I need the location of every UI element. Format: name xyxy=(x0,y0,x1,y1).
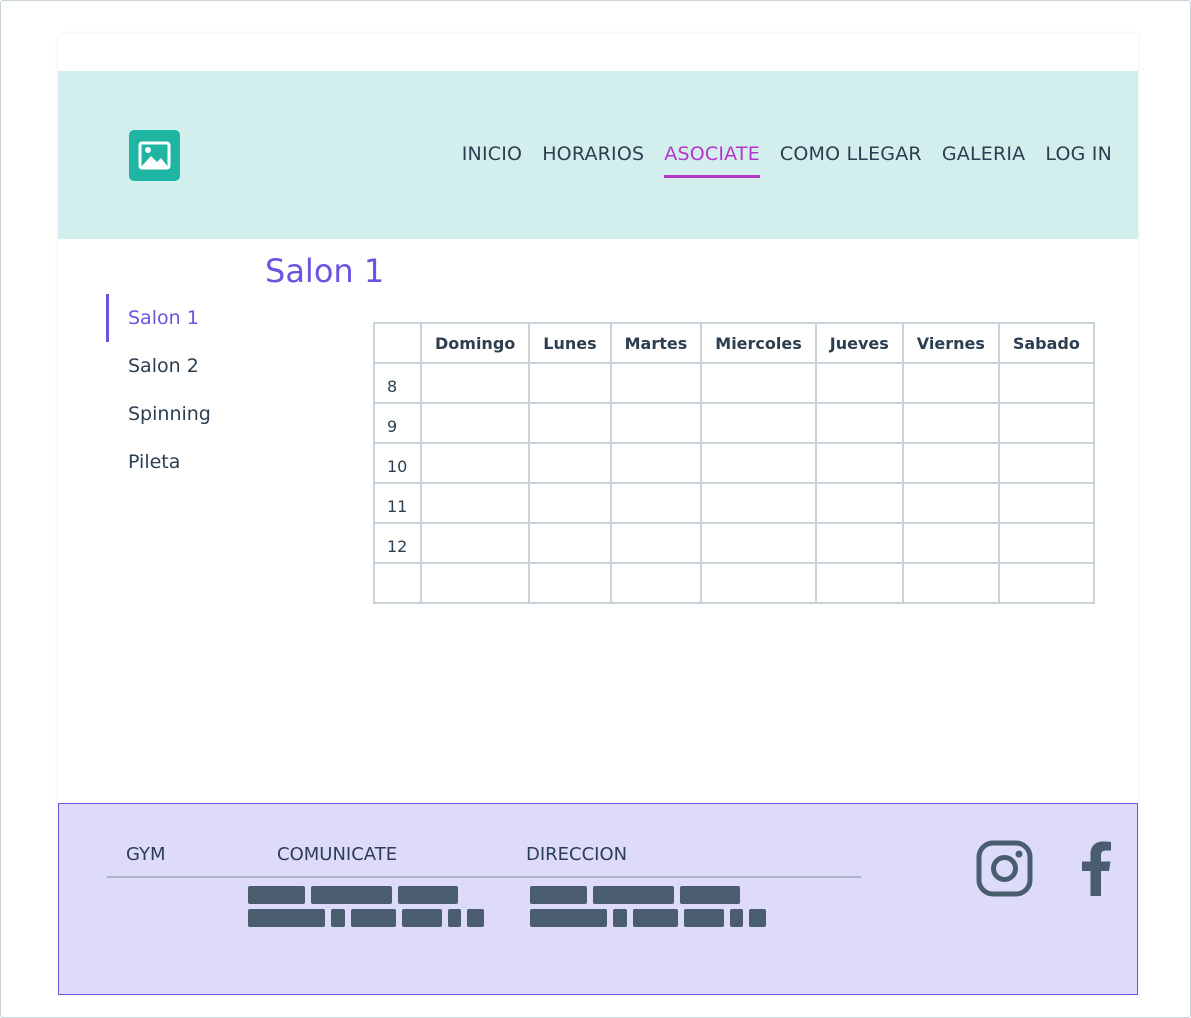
schedule-cell[interactable] xyxy=(814,482,904,524)
schedule-cell[interactable] xyxy=(419,482,531,524)
browser-frame: INICIO HORARIOS ASOCIATE COMO LLEGAR GAL… xyxy=(0,0,1191,1018)
column-header xyxy=(373,322,422,364)
hour-cell: 12 xyxy=(373,522,422,564)
schedule-cell[interactable] xyxy=(901,402,1000,444)
hour-cell: 11 xyxy=(373,482,422,524)
column-header: Sabado xyxy=(997,322,1095,364)
nav-asociate[interactable]: ASOCIATE xyxy=(654,141,770,179)
schedule-cell[interactable] xyxy=(901,482,1000,524)
schedule-cell[interactable] xyxy=(901,522,1000,564)
main-nav: INICIO HORARIOS ASOCIATE COMO LLEGAR GAL… xyxy=(452,141,1122,179)
schedule-cell[interactable] xyxy=(700,402,817,444)
sidebar-item-spinning[interactable]: Spinning xyxy=(106,390,211,438)
schedule-cell[interactable] xyxy=(609,562,703,604)
table-row: 8 xyxy=(373,362,1095,404)
sidebar-item-salon-2[interactable]: Salon 2 xyxy=(106,342,211,390)
schedule-cell[interactable] xyxy=(528,402,612,444)
schedule-cell[interactable] xyxy=(609,522,703,564)
table-header-row: Domingo Lunes Martes Miercoles Jueves Vi… xyxy=(373,322,1095,364)
schedule-cell[interactable] xyxy=(814,442,904,484)
schedule-cell[interactable] xyxy=(419,522,531,564)
footer-comunicate-heading: COMUNICATE xyxy=(277,844,398,865)
table-row: 12 xyxy=(373,522,1095,564)
nav-log-in[interactable]: LOG IN xyxy=(1035,141,1122,179)
schedule-cell[interactable] xyxy=(419,362,531,404)
column-header: Jueves xyxy=(814,322,904,364)
schedule-cell[interactable] xyxy=(528,442,612,484)
schedule-cell[interactable] xyxy=(609,402,703,444)
hour-cell: 8 xyxy=(373,362,422,404)
schedule-cell[interactable] xyxy=(814,522,904,564)
schedule-cell[interactable] xyxy=(901,442,1000,484)
schedule-cell[interactable] xyxy=(700,442,817,484)
schedule-table: Domingo Lunes Martes Miercoles Jueves Vi… xyxy=(373,322,1095,604)
sidebar-item-salon-1[interactable]: Salon 1 xyxy=(106,294,211,342)
schedule-cell[interactable] xyxy=(528,362,612,404)
schedule-cell[interactable] xyxy=(700,482,817,524)
schedule-cell[interactable] xyxy=(609,442,703,484)
table-row xyxy=(373,562,1095,604)
schedule-cell[interactable] xyxy=(419,402,531,444)
footer-direccion-heading: DIRECCION xyxy=(526,844,628,865)
column-header: Domingo xyxy=(419,322,531,364)
footer-gym-heading: GYM xyxy=(126,844,166,865)
schedule-cell[interactable] xyxy=(814,562,904,604)
image-icon[interactable] xyxy=(129,130,180,181)
schedule-cell[interactable] xyxy=(419,442,531,484)
schedule-cell[interactable] xyxy=(997,402,1095,444)
nav-inicio[interactable]: INICIO xyxy=(452,141,532,179)
header: INICIO HORARIOS ASOCIATE COMO LLEGAR GAL… xyxy=(58,71,1138,239)
schedule-cell[interactable] xyxy=(528,522,612,564)
footer-address-placeholder xyxy=(530,886,766,927)
column-header: Lunes xyxy=(528,322,612,364)
nav-como-llegar[interactable]: COMO LLEGAR xyxy=(770,141,932,179)
facebook-icon[interactable] xyxy=(1079,840,1113,896)
table-row: 9 xyxy=(373,402,1095,444)
schedule-cell[interactable] xyxy=(700,362,817,404)
hour-cell: 10 xyxy=(373,442,422,484)
nav-horarios[interactable]: HORARIOS xyxy=(532,141,654,179)
schedule-cell[interactable] xyxy=(901,362,1000,404)
schedule-cell[interactable] xyxy=(814,402,904,444)
schedule-cell[interactable] xyxy=(419,562,531,604)
footer-divider xyxy=(107,876,861,878)
schedule-cell[interactable] xyxy=(528,482,612,524)
table-row: 11 xyxy=(373,482,1095,524)
footer: GYM COMUNICATE DIRECCION xyxy=(58,803,1138,995)
page: INICIO HORARIOS ASOCIATE COMO LLEGAR GAL… xyxy=(58,34,1138,995)
schedule-cell[interactable] xyxy=(997,522,1095,564)
schedule-cell[interactable] xyxy=(528,562,612,604)
schedule-cell[interactable] xyxy=(997,482,1095,524)
instagram-icon[interactable] xyxy=(976,840,1033,897)
hour-cell xyxy=(373,562,422,604)
schedule-cell[interactable] xyxy=(700,522,817,564)
hour-cell: 9 xyxy=(373,402,422,444)
schedule-cell[interactable] xyxy=(700,562,817,604)
schedule-cell[interactable] xyxy=(901,562,1000,604)
schedule-cell[interactable] xyxy=(609,362,703,404)
schedule-cell[interactable] xyxy=(997,442,1095,484)
schedule-cell[interactable] xyxy=(814,362,904,404)
nav-galeria[interactable]: GALERIA xyxy=(932,141,1036,179)
column-header: Martes xyxy=(609,322,703,364)
sidebar-item-pileta[interactable]: Pileta xyxy=(106,438,211,486)
schedule-cell[interactable] xyxy=(997,362,1095,404)
sidebar: Salon 1 Salon 2 Spinning Pileta xyxy=(106,294,211,486)
schedule-cell[interactable] xyxy=(609,482,703,524)
table-row: 10 xyxy=(373,442,1095,484)
footer-contact-placeholder xyxy=(248,886,484,927)
column-header: Viernes xyxy=(901,322,1000,364)
column-header: Miercoles xyxy=(700,322,817,364)
page-title: Salon 1 xyxy=(265,252,385,290)
schedule-cell[interactable] xyxy=(997,562,1095,604)
